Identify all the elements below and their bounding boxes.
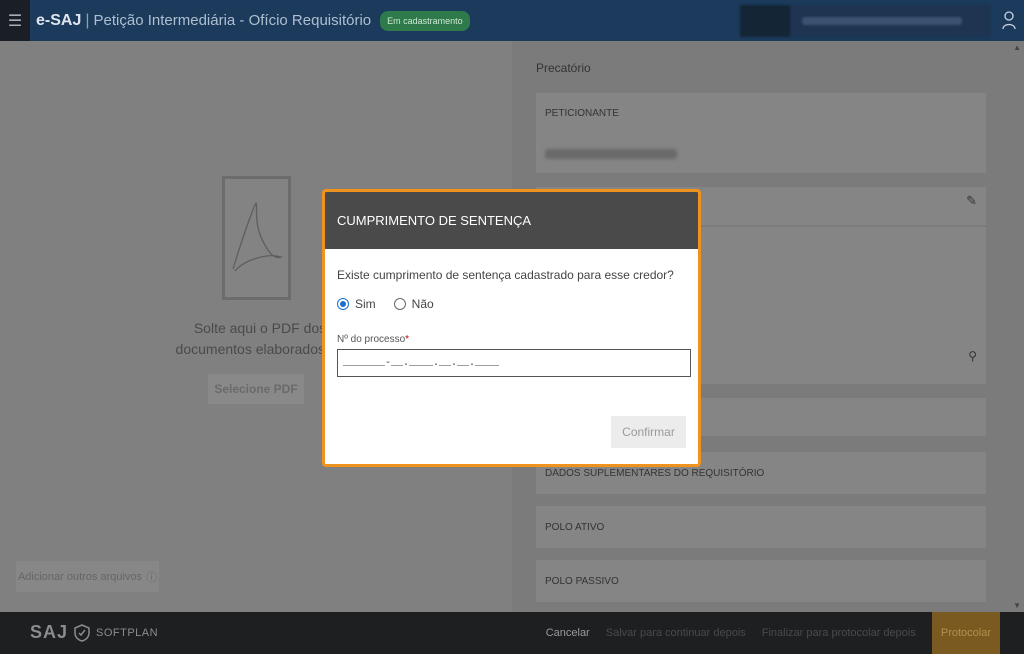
modal-body: Existe cumprimento de sentença cadastrad…: [325, 249, 698, 389]
radio-group: Sim Não: [337, 297, 686, 311]
polo-ativo-section[interactable]: POLO ATIVO: [536, 506, 986, 548]
polo-passivo-section[interactable]: POLO PASSIVO: [536, 560, 986, 602]
app-brand: e-SAJ | Petição Intermediária - Ofício R…: [36, 12, 371, 30]
user-name-redacted: [802, 17, 962, 25]
polo-passivo-header: POLO PASSIVO: [545, 576, 619, 587]
brand-separator: |: [85, 11, 90, 29]
saj-logo-text: SAJ: [30, 622, 69, 642]
confirm-button[interactable]: Confirmar: [611, 416, 686, 448]
modal-question: Existe cumprimento de sentença cadastrad…: [337, 268, 674, 282]
search-icon[interactable]: ⚲: [968, 349, 977, 363]
footer-actions: Cancelar Salvar para continuar depois Fi…: [530, 612, 1000, 654]
peticionante-value-redacted: [545, 149, 677, 159]
softplan-shield-icon: [74, 623, 90, 642]
protocolar-button[interactable]: Protocolar: [931, 612, 1000, 654]
select-pdf-button[interactable]: Selecione PDF: [208, 374, 304, 404]
scroll-up-arrow[interactable]: ▲: [1013, 43, 1021, 52]
pdf-document-icon: [222, 176, 291, 300]
radio-sim-label[interactable]: Sim: [355, 297, 376, 311]
required-marker: *: [405, 334, 410, 345]
add-files-button[interactable]: Adicionar outros arquivos ⓘ: [16, 561, 159, 592]
scroll-down-arrow[interactable]: ▼: [1013, 601, 1021, 610]
finish-later-button[interactable]: Finalizar para protocolar depois: [762, 627, 916, 639]
radio-sim[interactable]: [337, 298, 349, 310]
modal-title: CUMPRIMENTO DE SENTENÇA: [325, 192, 698, 249]
polo-ativo-header: POLO ATIVO: [545, 522, 605, 533]
status-badge: Em cadastramento: [380, 10, 470, 31]
add-files-label: Adicionar outros arquivos: [17, 570, 143, 583]
edit-pencil-icon[interactable]: ✎: [966, 193, 977, 209]
dados-suplementares-header: DADOS SUPLEMENTARES DO REQUISITÓRIO: [545, 468, 765, 479]
softplan-logo-text: SOFTPLAN: [96, 626, 159, 639]
save-later-button[interactable]: Salvar para continuar depois: [606, 627, 746, 639]
hamburger-menu-icon[interactable]: ☰: [0, 0, 30, 41]
saj-softplan-logo: SAJ SOFTPLAN: [30, 622, 158, 643]
precatorio-label: Precatório: [536, 61, 591, 75]
top-bar: ☰ e-SAJ | Petição Intermediária - Ofício…: [0, 0, 1024, 41]
peticionante-header: PETICIONANTE: [545, 108, 619, 119]
user-icon[interactable]: [1002, 10, 1016, 30]
radio-nao[interactable]: [393, 298, 406, 310]
cumprimento-sentenca-modal: CUMPRIMENTO DE SENTENÇA Existe cumprimen…: [322, 189, 701, 467]
user-info-area[interactable]: [740, 5, 990, 37]
cancel-button[interactable]: Cancelar: [546, 627, 590, 639]
peticionante-section: PETICIONANTE: [536, 93, 986, 173]
help-icon: ⓘ: [146, 571, 158, 584]
radio-nao-label[interactable]: Não: [412, 297, 434, 311]
page-title: Petição Intermediária - Ofício Requisitó…: [93, 12, 372, 29]
app-name: e-SAJ: [36, 11, 82, 29]
process-number-label-text: Nº do processo: [337, 334, 406, 345]
process-number-input[interactable]: [337, 349, 691, 377]
bottom-bar: SAJ SOFTPLAN Cancelar Salvar para contin…: [0, 612, 1024, 654]
process-number-label: Nº do processo*: [337, 334, 686, 345]
user-avatar: [740, 5, 790, 37]
